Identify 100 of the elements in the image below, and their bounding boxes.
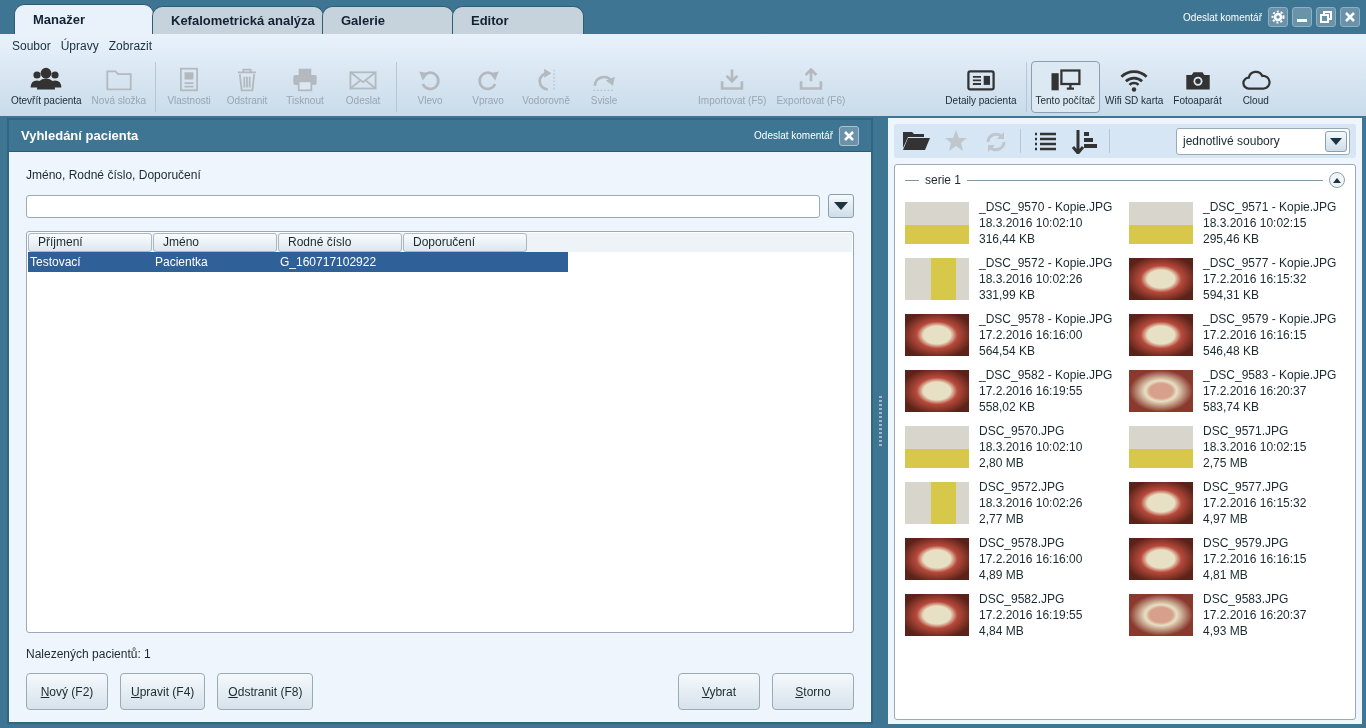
photo-thumbnail bbox=[905, 482, 969, 524]
feedback-link[interactable]: Odeslat komentář bbox=[754, 128, 833, 143]
dialog-button[interactable]: Odstranit (F8) bbox=[217, 673, 314, 710]
toolbar-button[interactable]: Tento počítač bbox=[1030, 61, 1100, 113]
file-item[interactable]: _DSC_9578 - Kopie.JPG 17.2.2016 16:16:00 564,54 KB bbox=[905, 311, 1113, 359]
tab[interactable]: Manažer bbox=[14, 4, 154, 34]
file-name: _DSC_9583 - Kopie.JPG bbox=[1203, 367, 1337, 383]
dropdown-button[interactable] bbox=[828, 194, 854, 218]
close-button[interactable] bbox=[1340, 7, 1360, 27]
file-item[interactable]: DSC_9583.JPG 17.2.2016 16:20:37 4,93 MB bbox=[1129, 591, 1337, 639]
file-item[interactable]: DSC_9571.JPG 18.3.2016 10:02:15 2,75 MB bbox=[1129, 423, 1337, 471]
file-size: 331,99 KB bbox=[979, 287, 1037, 303]
file-item[interactable]: _DSC_9577 - Kopie.JPG 17.2.2016 16:15:32 594,31 KB bbox=[1129, 255, 1337, 303]
file-item[interactable]: DSC_9578.JPG 17.2.2016 16:16:00 4,89 MB bbox=[905, 535, 1113, 583]
file-size: 2,80 MB bbox=[979, 455, 1025, 471]
feedback-link[interactable]: Odeslat komentář bbox=[1183, 9, 1262, 25]
toolbar-button[interactable]: Otevřít pacienta bbox=[6, 61, 87, 113]
series-label: serie 1 bbox=[925, 172, 962, 189]
file-date: 17.2.2016 16:15:32 bbox=[1203, 271, 1308, 287]
found-count: Nalezených pacientů: 1 bbox=[26, 646, 152, 663]
file-item[interactable]: DSC_9582.JPG 17.2.2016 16:19:55 4,84 MB bbox=[905, 591, 1113, 639]
file-size: 558,02 KB bbox=[979, 399, 1037, 415]
photo-thumbnail bbox=[1129, 538, 1193, 580]
file-name: DSC_9572.JPG bbox=[979, 479, 1066, 495]
photo-thumbnail bbox=[905, 202, 969, 244]
file-item[interactable]: DSC_9572.JPG 18.3.2016 10:02:26 2,77 MB bbox=[905, 479, 1113, 527]
dialog-button[interactable]: Vybrat bbox=[678, 673, 760, 710]
photo-thumbnail bbox=[1129, 482, 1193, 524]
photo-thumbnail bbox=[905, 538, 969, 580]
toolbar-button[interactable]: Cloud bbox=[1226, 61, 1285, 113]
dialog-button[interactable]: Storno bbox=[772, 673, 854, 710]
file-date: 17.2.2016 16:19:55 bbox=[979, 383, 1084, 399]
table-cell-text: G_160717102922 bbox=[279, 254, 378, 271]
file-date: 17.2.2016 16:19:55 bbox=[979, 607, 1083, 623]
file-name: _DSC_9570 - Kopie.JPG bbox=[979, 199, 1113, 215]
view-dropdown[interactable]: jednotlivé soubory bbox=[1176, 127, 1350, 155]
file-name: _DSC_9578 - Kopie.JPG bbox=[979, 311, 1113, 327]
file-item[interactable]: _DSC_9571 - Kopie.JPG 18.3.2016 10:02:15 295,46 KB bbox=[1129, 199, 1337, 247]
tab[interactable]: Kefalometrická analýza bbox=[152, 6, 324, 34]
column-header[interactable]: Doporučení bbox=[403, 233, 527, 252]
file-name: DSC_9582.JPG bbox=[979, 591, 1066, 607]
photo-thumbnail bbox=[1129, 202, 1193, 244]
column-header[interactable]: Rodné číslo bbox=[278, 233, 402, 252]
file-item[interactable]: DSC_9570.JPG 18.3.2016 10:02:10 2,80 MB bbox=[905, 423, 1113, 471]
file-size: 2,75 MB bbox=[1203, 455, 1249, 471]
menu-item[interactable]: Úpravy bbox=[60, 37, 99, 55]
column-header[interactable]: Jméno bbox=[153, 233, 277, 252]
file-size: 594,31 KB bbox=[1203, 287, 1261, 303]
toolbar-button[interactable]: Wifi SD karta bbox=[1100, 61, 1169, 113]
toolbar-button[interactable]: Detaily pacienta bbox=[940, 61, 1022, 113]
dialog-title: Vyhledání pacienta bbox=[21, 126, 140, 145]
photo-thumbnail bbox=[905, 426, 969, 468]
photo-thumbnail bbox=[905, 258, 969, 300]
file-size: 4,84 MB bbox=[979, 623, 1025, 639]
file-item[interactable]: _DSC_9582 - Kopie.JPG 17.2.2016 16:19:55 558,02 KB bbox=[905, 367, 1113, 415]
tab[interactable]: Galerie bbox=[322, 6, 454, 34]
file-name: _DSC_9579 - Kopie.JPG bbox=[1203, 311, 1337, 327]
file-item[interactable]: _DSC_9570 - Kopie.JPG 18.3.2016 10:02:10 316,44 KB bbox=[905, 199, 1113, 247]
photo-thumbnail bbox=[1129, 314, 1193, 356]
file-name: _DSC_9577 - Kopie.JPG bbox=[1203, 255, 1337, 271]
file-size: 583,74 KB bbox=[1203, 399, 1261, 415]
search-field[interactable] bbox=[26, 194, 820, 218]
collapse-button[interactable] bbox=[1329, 172, 1345, 188]
table-row[interactable]: Testovací Pacientka G_160717102922 bbox=[28, 252, 568, 272]
file-size: 4,97 MB bbox=[1203, 511, 1249, 527]
toolbar-button[interactable]: Fotoaparát bbox=[1168, 61, 1227, 113]
restore-button[interactable] bbox=[1316, 7, 1336, 27]
caret-down-icon bbox=[834, 202, 848, 210]
caret-down-icon bbox=[1330, 137, 1342, 145]
minimize-icon bbox=[1297, 18, 1307, 22]
menu-item[interactable]: Zobrazit bbox=[108, 37, 153, 55]
settings-button[interactable] bbox=[1268, 7, 1288, 27]
splitter-handle[interactable] bbox=[879, 396, 882, 446]
file-item[interactable]: _DSC_9583 - Kopie.JPG 17.2.2016 16:20:37 583,74 KB bbox=[1129, 367, 1337, 415]
file-name: _DSC_9582 - Kopie.JPG bbox=[979, 367, 1113, 383]
sort-icon bbox=[1071, 128, 1099, 154]
column-header[interactable]: Příjmení bbox=[28, 233, 152, 252]
minimize-button[interactable] bbox=[1292, 7, 1312, 27]
dialog-button[interactable]: Nový (F2) bbox=[26, 673, 108, 710]
photo-thumbnail bbox=[905, 594, 969, 636]
file-date: 18.3.2016 10:02:26 bbox=[979, 271, 1084, 287]
file-size: 316,44 KB bbox=[979, 231, 1037, 247]
file-size: 4,93 MB bbox=[1203, 623, 1249, 639]
tab[interactable]: Editor bbox=[452, 6, 584, 34]
dialog-button[interactable]: Upravit (F4) bbox=[120, 673, 206, 710]
file-item[interactable]: _DSC_9579 - Kopie.JPG 17.2.2016 16:16:15 546,48 KB bbox=[1129, 311, 1337, 359]
menu-item[interactable]: Soubor bbox=[12, 37, 51, 55]
file-date: 18.3.2016 10:02:15 bbox=[1203, 439, 1307, 455]
photo-thumbnail bbox=[905, 314, 969, 356]
photo-thumbnail bbox=[1129, 258, 1193, 300]
file-item[interactable]: DSC_9579.JPG 17.2.2016 16:16:15 4,81 MB bbox=[1129, 535, 1337, 583]
file-size: 295,46 KB bbox=[1203, 231, 1261, 247]
close-button[interactable] bbox=[839, 125, 859, 146]
file-item[interactable]: DSC_9577.JPG 17.2.2016 16:15:32 4,97 MB bbox=[1129, 479, 1337, 527]
file-item[interactable]: _DSC_9572 - Kopie.JPG 18.3.2016 10:02:26 331,99 KB bbox=[905, 255, 1113, 303]
restore-icon bbox=[1319, 10, 1333, 24]
file-date: 18.3.2016 10:02:26 bbox=[979, 495, 1083, 511]
file-name: DSC_9579.JPG bbox=[1203, 535, 1290, 551]
file-date: 17.2.2016 16:20:37 bbox=[1203, 607, 1307, 623]
table-cell-text: Pacientka bbox=[154, 254, 209, 271]
